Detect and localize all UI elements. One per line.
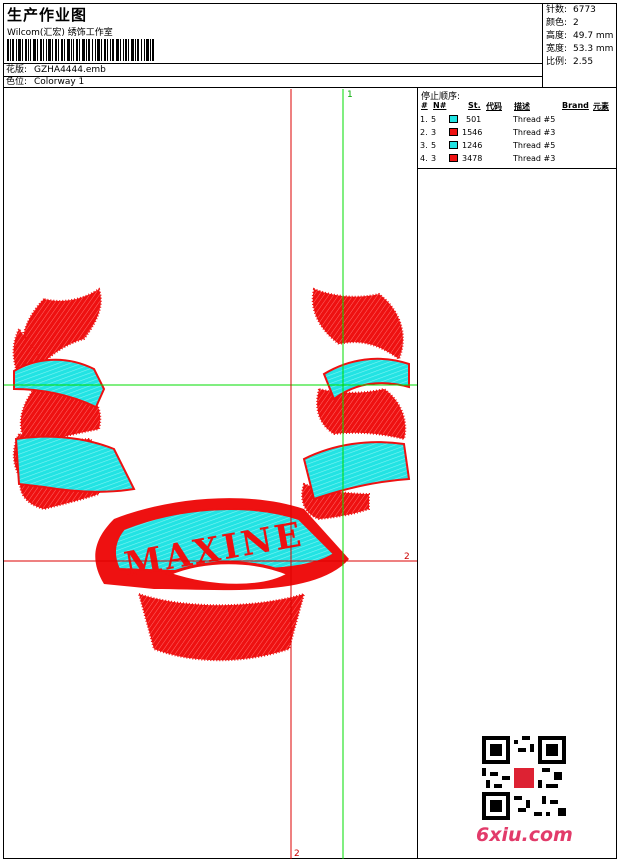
stop-sequence-panel: 停止顺序: # N# St. 代码 描述 Brand 元素 1. 5 501 T… [418,88,617,169]
stop-row[interactable]: 2. 3 1546 Thread #3 [418,128,617,141]
page-title: 生产作业图 [7,6,88,24]
col-desc: 描述 [514,102,530,111]
colorway-row: 色位: Colorway 1 [3,76,543,88]
watermark-text: 6xiu.com [476,824,573,846]
header-info: 生产作业图 Wilcom(汇宏) 绣饰工作室 花版: GZHA4444.emb … [3,3,543,88]
stop-row[interactable]: 4. 3 3478 Thread #3 [418,154,617,167]
stat-stitches: 针数: 6773 [546,5,596,15]
col-st: St. [468,101,481,110]
col-n: N# [433,101,447,110]
qr-code [482,736,566,820]
watermark: 6xiu.com [476,736,573,854]
design-row: 花版: GZHA4444.emb [3,63,543,76]
stat-width: 宽度: 53.3 mm [546,44,614,54]
colorway-value: Colorway 1 [34,77,85,87]
color-swatch [449,141,458,149]
colorway-label: 色位: [6,77,28,87]
guide-label-h2: 2 [404,552,410,562]
design-stats: 针数: 6773 颜色: 2 高度: 49.7 mm 宽度: 53.3 mm 比例: 2.… [546,4,613,69]
guide-label-v1: 1 [347,90,353,100]
design-value: GZHA4444.emb [34,65,106,75]
col-brand: Brand [562,101,589,110]
color-swatch [449,128,458,136]
col-code: 代码 [486,102,502,111]
guide-label-v2: 2 [294,849,300,859]
design-canvas[interactable]: MAXINE 1 2 2 [4,89,417,859]
header: 生产作业图 Wilcom(汇宏) 绣饰工作室 花版: GZHA4444.emb … [3,3,617,88]
design-label: 花版: [6,65,28,75]
color-swatch [449,154,458,162]
stat-colors: 颜色: 2 [546,18,579,28]
bottom-banner: MAXINE [95,498,349,662]
stat-height: 高度: 49.7 mm [546,31,614,41]
stat-scale: 比例: 2.55 [546,57,594,67]
col-element: 元素 [593,102,609,111]
panel-divider [417,88,418,859]
stop-row[interactable]: 1. 5 501 Thread #5 [418,115,617,128]
barcode [7,39,154,61]
stop-row[interactable]: 3. 5 1246 Thread #5 [418,141,617,154]
studio-name: Wilcom(汇宏) 绣饰工作室 [7,28,113,38]
col-num: # [421,101,428,110]
stop-sequence-header: # N# St. 代码 描述 Brand 元素 [418,101,617,112]
color-swatch [449,115,458,123]
